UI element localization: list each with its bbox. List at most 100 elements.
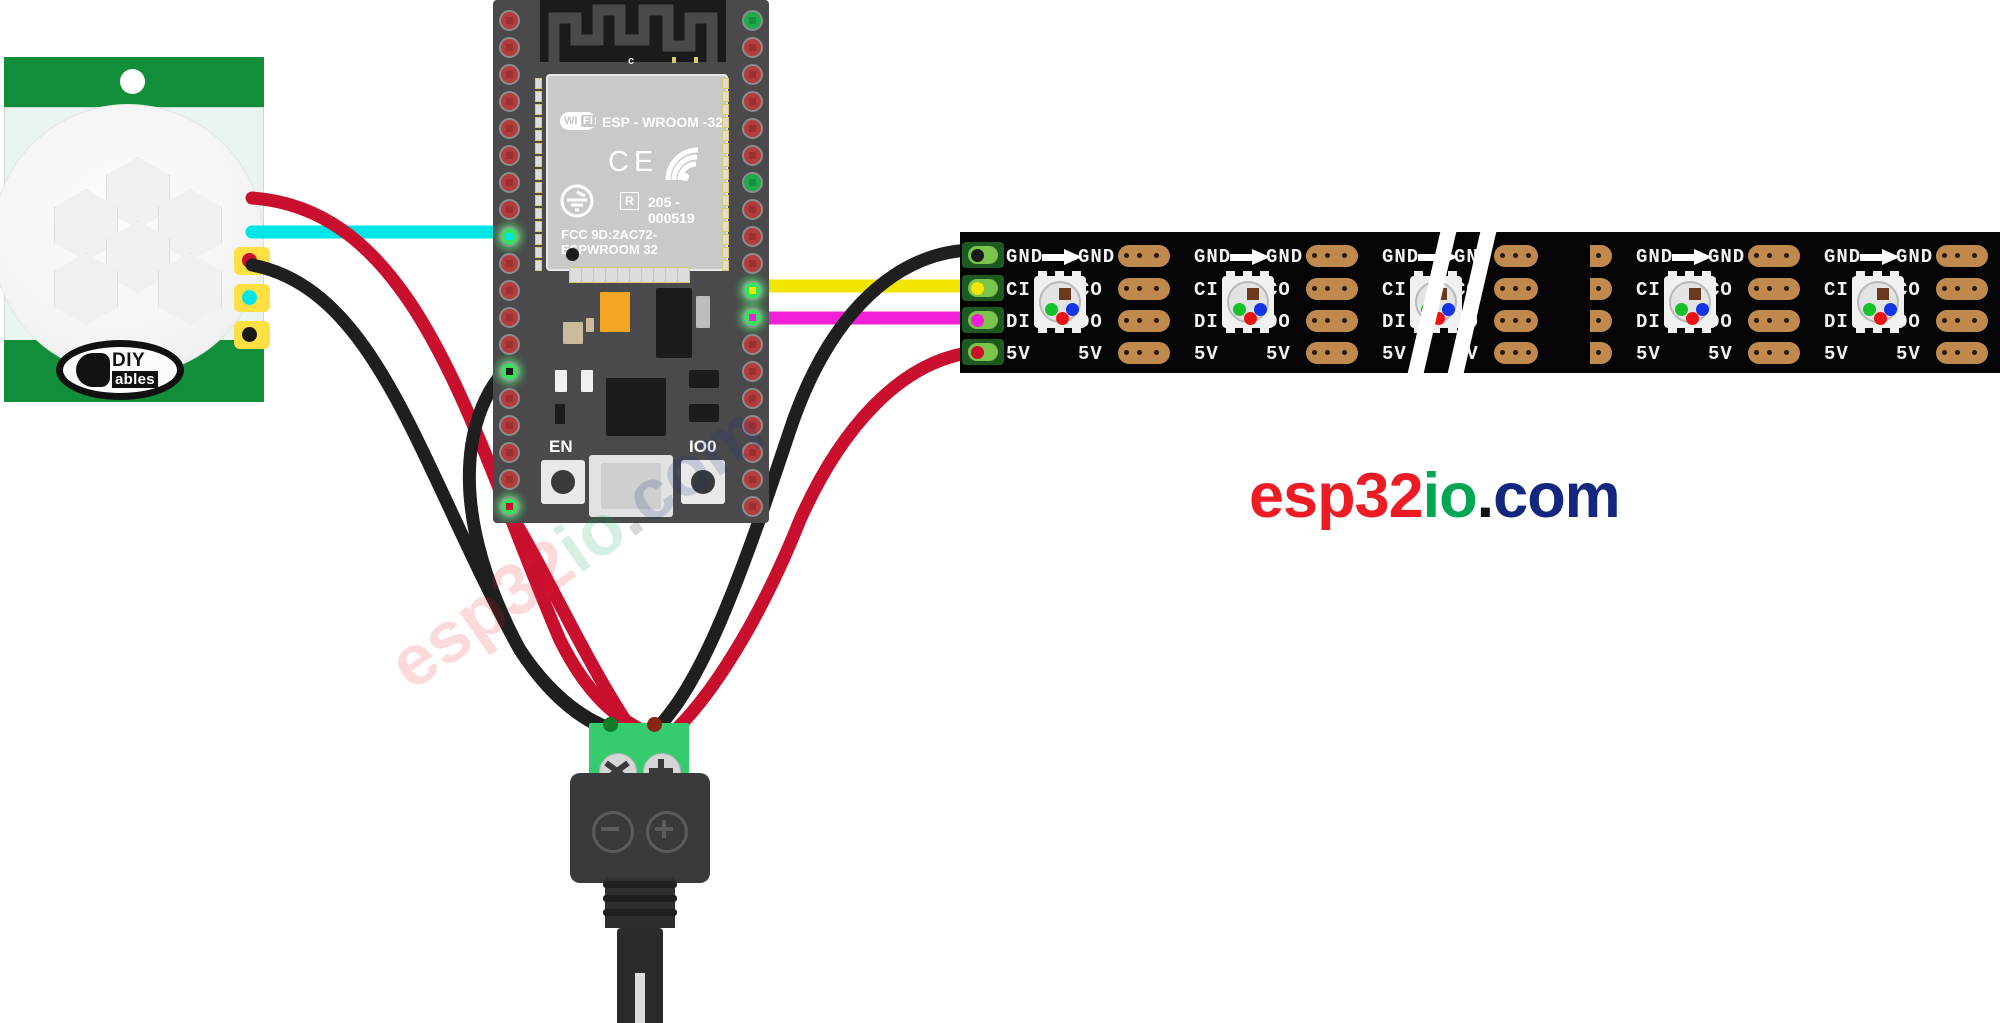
- esp32-pin-right-8[interactable]: [742, 226, 763, 247]
- esp32-pin-right-18[interactable]: [742, 496, 763, 517]
- strip-solder-pad-edge: [1590, 245, 1612, 267]
- strip-pin-label-left: DI: [1006, 311, 1031, 333]
- module-pad-left: [535, 182, 542, 193]
- esp32-pin-right-13[interactable]: [742, 361, 763, 382]
- esp32-pin-left-10[interactable]: [499, 280, 520, 301]
- esp32-pin-left-12[interactable]: [499, 334, 520, 355]
- diyables-mark-icon: [76, 353, 110, 387]
- led-strip-segment: GNDCIDI5VGNDCODO5V: [1778, 232, 1980, 373]
- module-pad-left: [535, 104, 542, 115]
- module-pad-left: [535, 221, 542, 232]
- esp32-pin-left-15[interactable]: [499, 415, 520, 436]
- esp32-pin-left-0[interactable]: [499, 10, 520, 31]
- esp32-pin-left-13[interactable]: [499, 361, 520, 382]
- logo-part-esp32: esp32: [1249, 461, 1424, 531]
- esp32-pin-right-7[interactable]: [742, 199, 763, 220]
- module-pad-right: [722, 260, 729, 271]
- esp32-pin-right-9[interactable]: [742, 253, 763, 274]
- esp32-pin-right-17[interactable]: [742, 469, 763, 490]
- wire-harness: [245, 191, 982, 744]
- esp32-pin-left-1[interactable]: [499, 37, 520, 58]
- strip-input-pad[interactable]: [962, 242, 1004, 268]
- esp32-devkit-board: c WI FI ESP - WROOM -32 CE R 205 - 00051…: [493, 0, 769, 523]
- en-button[interactable]: [541, 460, 585, 504]
- module-pad-right: [722, 208, 729, 219]
- esp32-pin-right-6[interactable]: [742, 172, 763, 193]
- strip-pin-label-right: 5V: [1896, 343, 1921, 365]
- module-pad-right: [722, 234, 729, 245]
- esp32-pin-right-4[interactable]: [742, 118, 763, 139]
- module-pad-right: [722, 117, 729, 128]
- strip-pin-label-left: CI: [1194, 279, 1219, 301]
- en-button-label: EN: [549, 437, 573, 456]
- strip-pin-label-right: GND: [1708, 246, 1746, 268]
- esp32-pin-left-6[interactable]: [499, 172, 520, 193]
- led-strip-segment: GNDCIDI5VGNDCODO5V: [1590, 232, 1792, 373]
- strip-pin-label-left: GND: [1382, 246, 1420, 268]
- esp32-pin-left-16[interactable]: [499, 442, 520, 463]
- esp32-inductor: [696, 296, 710, 328]
- strip-input-pad[interactable]: [962, 275, 1004, 301]
- module-pad-right: [722, 195, 729, 206]
- esp32-pin-left-8[interactable]: [499, 226, 520, 247]
- esp32-pin-right-11[interactable]: [742, 307, 763, 328]
- esp32-pin-left-14[interactable]: [499, 388, 520, 409]
- esp32-pin-right-0[interactable]: [742, 10, 763, 31]
- esp32-pin-left-17[interactable]: [499, 469, 520, 490]
- esp32-pin-right-10[interactable]: [742, 280, 763, 301]
- rgb-led-package: [1034, 271, 1086, 333]
- strip-solder-pad-edge: [1778, 245, 1800, 267]
- esp32-pin-right-14[interactable]: [742, 388, 763, 409]
- module-pad-left: [535, 156, 542, 167]
- strip-solder-pad-edge: [1590, 278, 1612, 300]
- logo-part-io: io: [1422, 461, 1478, 531]
- esp32-pcb-antenna: [540, 0, 726, 62]
- esp32-cert-code: 205 - 000519: [648, 194, 695, 226]
- rgb-led-package: [1852, 271, 1904, 333]
- esp32-pin-right-1[interactable]: [742, 37, 763, 58]
- micro-usb-port[interactable]: [589, 455, 673, 517]
- io0-button-label: IO0: [689, 437, 717, 456]
- pir-vcc-pad: [234, 247, 270, 275]
- esp32-pin-right-5[interactable]: [742, 145, 763, 166]
- strip-input-pad[interactable]: [962, 307, 1004, 333]
- strip-pin-label-left: 5V: [1824, 343, 1849, 365]
- data-flow-arrow-icon: [1230, 249, 1270, 265]
- strip-input-pad[interactable]: [962, 339, 1004, 365]
- dc-jack-body: [570, 773, 710, 883]
- esp32-pin-left-2[interactable]: [499, 64, 520, 85]
- module-pad-right: [722, 91, 729, 102]
- led-strip-segment: GNDCIDI5VGNDCODO5V: [1148, 232, 1350, 373]
- io0-button[interactable]: [681, 460, 725, 504]
- logo-dot: .: [1476, 461, 1494, 531]
- esp32-pin-right-3[interactable]: [742, 91, 763, 112]
- esp32-pin-left-5[interactable]: [499, 145, 520, 166]
- esp32-pin-right-15[interactable]: [742, 415, 763, 436]
- led-strip-segment: GNDCIDI5VGNDCODO5V: [960, 232, 1162, 373]
- strip-solder-pad: [1494, 310, 1538, 332]
- esp32-pin-left-11[interactable]: [499, 307, 520, 328]
- strip-solder-pad-edge: [1336, 278, 1358, 300]
- strip-pin-label-left: 5V: [1194, 343, 1219, 365]
- esp32-pin-left-7[interactable]: [499, 199, 520, 220]
- module-pad-right: [722, 143, 729, 154]
- strip-pin-label-left: CI: [1824, 279, 1849, 301]
- esp32-pin-right-16[interactable]: [742, 442, 763, 463]
- esp32-pin-right-2[interactable]: [742, 64, 763, 85]
- esp32-pin-left-4[interactable]: [499, 118, 520, 139]
- esp32-pin-left-18[interactable]: [499, 496, 520, 517]
- esp32-pin-right-12[interactable]: [742, 334, 763, 355]
- wm-esp32: esp32: [374, 522, 588, 706]
- data-flow-arrow-icon: [1860, 249, 1900, 265]
- module-pad-left: [535, 130, 542, 141]
- module-pad-right: [722, 156, 729, 167]
- strip-pin-label-left: GND: [1194, 246, 1232, 268]
- pir-out-pad: [234, 284, 270, 312]
- strip-pin-label-right: 5V: [1078, 343, 1103, 365]
- esp32-pin-left-9[interactable]: [499, 253, 520, 274]
- esp32-capacitor: [600, 292, 630, 332]
- strip-solder-pad-edge: [1966, 245, 1988, 267]
- strip-pin-label-left: GND: [1824, 246, 1862, 268]
- strip-pin-label-left: CI: [1636, 279, 1661, 301]
- esp32-pin-left-3[interactable]: [499, 91, 520, 112]
